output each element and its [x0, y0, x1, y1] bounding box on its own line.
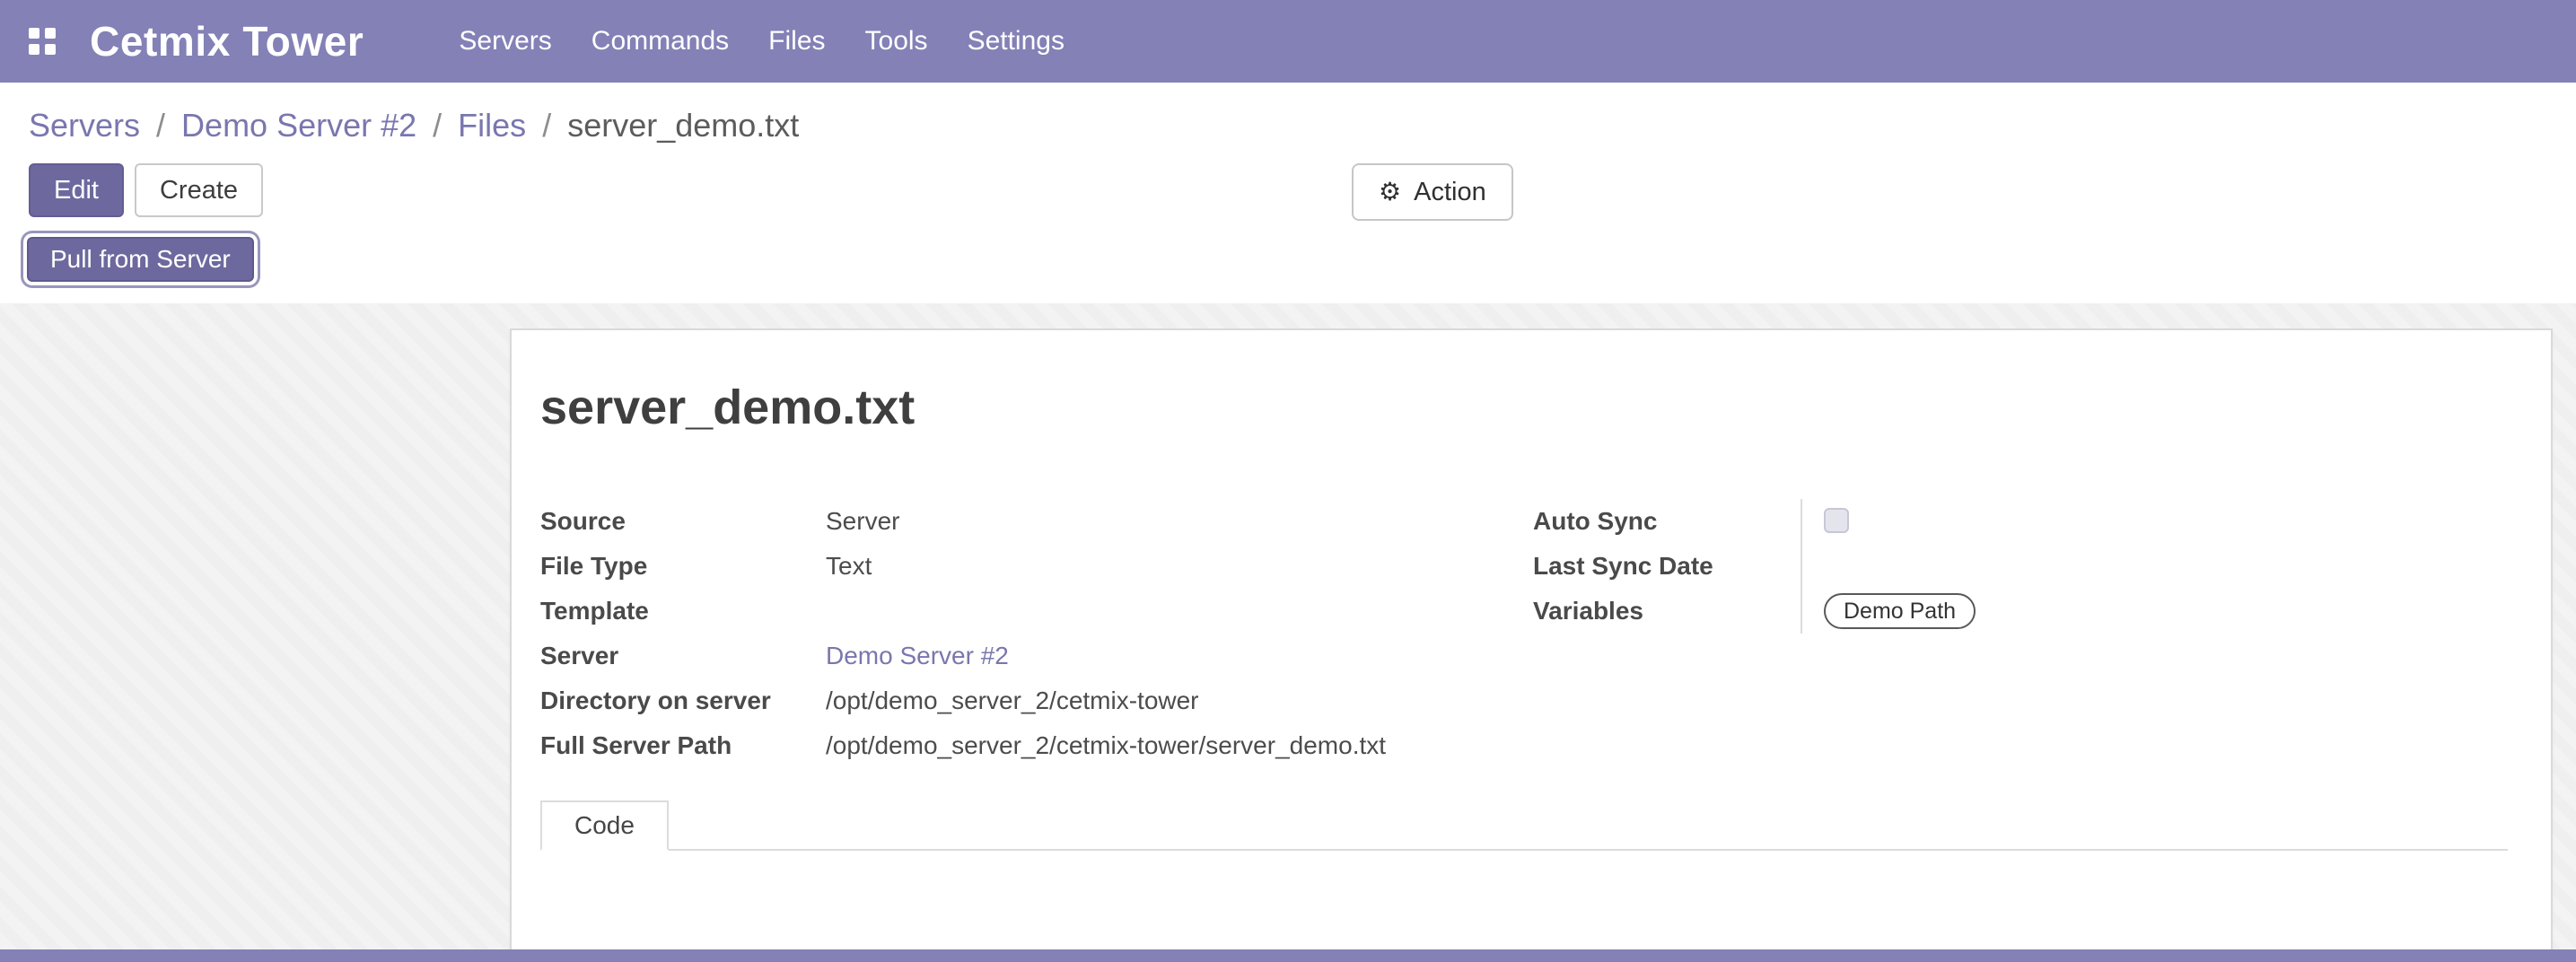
auto-sync-checkbox[interactable]: [1824, 508, 1849, 533]
bottom-bar: [0, 949, 2576, 962]
field-group-right: Auto Sync Last Sync Date Variables Demo …: [1533, 499, 2511, 768]
full-server-path-value: /opt/demo_server_2/cetmix-tower/server_d…: [826, 723, 1533, 768]
template-label: Template: [540, 589, 826, 634]
action-button-label: Action: [1414, 176, 1486, 208]
field-row-template: Template: [540, 589, 1533, 634]
field-row-variables: Variables Demo Path: [1533, 589, 2511, 634]
toolbar: Edit Create ⚙ Action: [0, 154, 2576, 226]
last-sync-date-value: [1801, 544, 2511, 589]
breadcrumb-separator: /: [156, 104, 165, 147]
source-label: Source: [540, 499, 826, 544]
server-label: Server: [540, 634, 826, 678]
variable-tag: Demo Path: [1824, 593, 1976, 629]
control-panel: Servers / Demo Server #2 / Files / serve…: [0, 83, 2576, 303]
menu-item-servers[interactable]: Servers: [439, 13, 571, 69]
breadcrumb-separator: /: [542, 104, 551, 147]
breadcrumb-demo-server[interactable]: Demo Server #2: [181, 104, 416, 147]
app-window: Cetmix Tower Servers Commands Files Tool…: [0, 0, 2576, 962]
last-sync-date-label: Last Sync Date: [1533, 544, 1801, 589]
object-buttons-row: Pull from Server: [0, 226, 2576, 303]
variables-value: Demo Path: [1801, 589, 2511, 634]
menu-item-commands[interactable]: Commands: [572, 13, 749, 69]
file-type-label: File Type: [540, 544, 826, 589]
directory-on-server-label: Directory on server: [540, 678, 826, 723]
notebook-tabs: Code: [540, 800, 2508, 851]
auto-sync-value: [1801, 499, 2511, 544]
field-row-server: Server Demo Server #2: [540, 634, 1533, 678]
field-row-last-sync-date: Last Sync Date: [1533, 544, 2511, 589]
menu-item-settings[interactable]: Settings: [948, 13, 1084, 69]
breadcrumb-servers[interactable]: Servers: [29, 104, 140, 147]
main-menu: Servers Commands Files Tools Settings: [439, 13, 1084, 69]
field-row-directory: Directory on server /opt/demo_server_2/c…: [540, 678, 1533, 723]
record-title: server_demo.txt: [540, 377, 2508, 438]
field-group-left: Source Server File Type Text Template Se…: [540, 499, 1533, 768]
breadcrumb-current: server_demo.txt: [567, 104, 799, 147]
action-dropdown-button[interactable]: ⚙ Action: [1352, 163, 1513, 221]
field-row-source: Source Server: [540, 499, 1533, 544]
server-value-link[interactable]: Demo Server #2: [826, 634, 1533, 678]
field-grid: Source Server File Type Text Template Se…: [540, 499, 2508, 768]
menu-item-tools[interactable]: Tools: [846, 13, 948, 69]
top-navbar: Cetmix Tower Servers Commands Files Tool…: [0, 0, 2576, 83]
create-button[interactable]: Create: [135, 163, 263, 217]
brand-title[interactable]: Cetmix Tower: [90, 17, 364, 66]
directory-on-server-value: /opt/demo_server_2/cetmix-tower: [826, 678, 1533, 723]
breadcrumb-separator: /: [433, 104, 442, 147]
field-row-auto-sync: Auto Sync: [1533, 499, 2511, 544]
tab-code[interactable]: Code: [540, 800, 669, 851]
breadcrumb: Servers / Demo Server #2 / Files / serve…: [0, 83, 2576, 154]
edit-button[interactable]: Edit: [29, 163, 124, 217]
auto-sync-label: Auto Sync: [1533, 499, 1801, 544]
apps-grid-icon[interactable]: [29, 28, 56, 55]
file-type-value: Text: [826, 544, 1533, 589]
field-row-file-type: File Type Text: [540, 544, 1533, 589]
pull-from-server-button[interactable]: Pull from Server: [27, 237, 254, 282]
gear-icon: ⚙: [1379, 179, 1401, 205]
source-value: Server: [826, 499, 1533, 544]
template-value: [826, 589, 1533, 634]
variables-label: Variables: [1533, 589, 1801, 634]
full-server-path-label: Full Server Path: [540, 723, 826, 768]
field-row-full-path: Full Server Path /opt/demo_server_2/cetm…: [540, 723, 1533, 768]
code-tab-content: [540, 851, 2508, 958]
menu-item-files[interactable]: Files: [749, 13, 845, 69]
content-area: server_demo.txt Source Server File Type …: [0, 303, 2576, 962]
form-sheet: server_demo.txt Source Server File Type …: [510, 328, 2553, 953]
breadcrumb-files[interactable]: Files: [458, 104, 526, 147]
